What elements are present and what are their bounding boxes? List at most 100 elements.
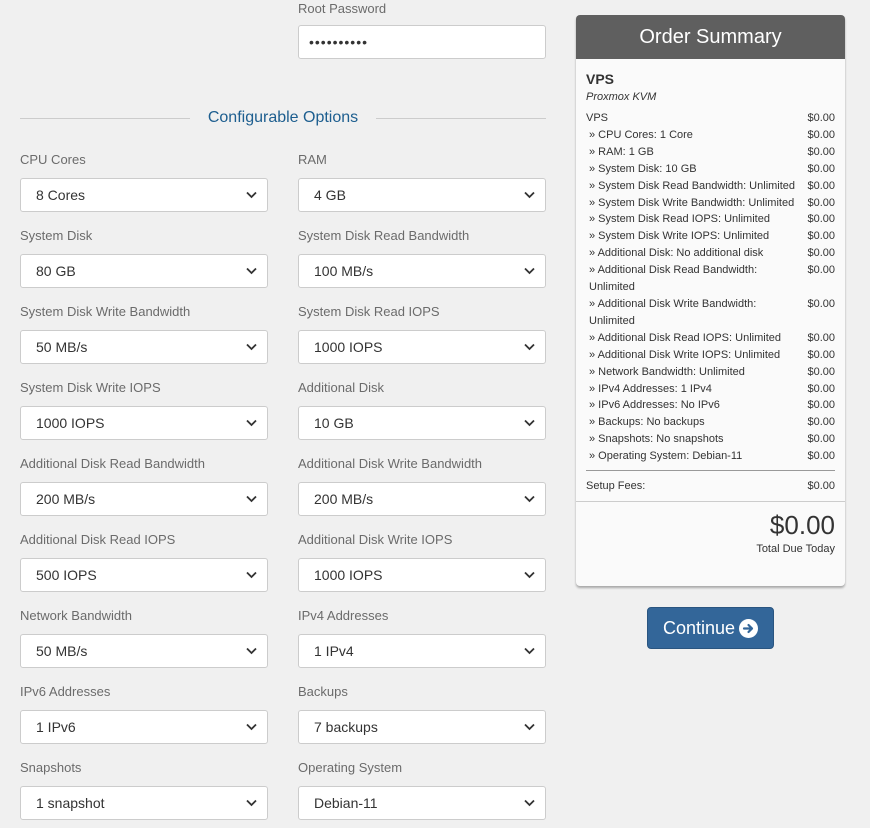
option-value: 1 snapshot: [36, 795, 105, 811]
total-due-amount: $0.00: [769, 509, 835, 540]
setup-fees-value: $0.00: [807, 480, 835, 493]
option-field: Additional Disk Read Bandwidth 200 MB/s: [20, 456, 268, 516]
summary-line-item: » Additional Disk Write Bandwidth: Unlim…: [586, 296, 835, 330]
option-label: Network Bandwidth: [20, 608, 132, 623]
option-select[interactable]: 1 IPv6: [20, 710, 268, 744]
option-label: System Disk Write Bandwidth: [20, 304, 191, 319]
chevron-down-icon: [523, 645, 535, 657]
line-item-price: $0.00: [807, 297, 835, 310]
summary-line-item: » System Disk: 10 GB $0.00: [586, 161, 835, 178]
option-select[interactable]: 1 IPv4: [298, 634, 546, 668]
setup-fees-label: Setup Fees:: [586, 480, 646, 493]
option-select[interactable]: 7 backups: [298, 710, 546, 744]
option-field: IPv4 Addresses 1 IPv4: [298, 608, 546, 668]
line-item-name: » Additional Disk Read IOPS: Unlimited: [589, 331, 781, 344]
option-select[interactable]: 1000 IOPS: [298, 558, 546, 592]
option-value: 7 backups: [314, 719, 378, 735]
option-value: 200 MB/s: [36, 491, 96, 507]
line-item-name: » Snapshots: No snapshots: [589, 433, 724, 446]
option-value: 50 MB/s: [36, 339, 88, 355]
line-item-price: $0.00: [807, 145, 835, 158]
option-field: Additional Disk Write Bandwidth 200 MB/s: [298, 456, 546, 516]
option-select[interactable]: 200 MB/s: [298, 482, 546, 516]
option-select[interactable]: 8 Cores: [20, 178, 268, 212]
chevron-down-icon: [523, 721, 535, 733]
option-select[interactable]: 4 GB: [298, 178, 546, 212]
setup-fees-row: Setup Fees: $0.00: [586, 478, 835, 495]
line-item-name: » System Disk Read Bandwidth: Unlimited: [589, 179, 796, 192]
line-item-name: » Backups: No backups: [589, 416, 705, 429]
line-item-price: $0.00: [807, 365, 835, 378]
summary-line-item: » System Disk Read IOPS: Unlimited $0.00: [586, 211, 835, 228]
line-item-price: $0.00: [807, 399, 835, 412]
option-field: IPv6 Addresses 1 IPv6: [20, 684, 268, 744]
option-field: System Disk Read IOPS 1000 IOPS: [298, 304, 546, 364]
root-password-input[interactable]: ••••••••••: [298, 25, 546, 59]
summary-line-item: » Additional Disk Read Bandwidth: Unlimi…: [586, 262, 835, 296]
option-select[interactable]: Debian-11: [298, 786, 546, 820]
option-field: RAM 4 GB: [298, 152, 546, 212]
line-item-name: » System Disk Write IOPS: Unlimited: [589, 230, 770, 243]
option-label: Additional Disk Read Bandwidth: [20, 456, 205, 471]
summary-line-item: » System Disk Write IOPS: Unlimited $0.00: [586, 228, 835, 245]
order-summary-panel: Order Summary VPS Proxmox KVM VPS $0.00» …: [576, 15, 845, 586]
line-item-price: $0.00: [807, 264, 835, 277]
line-item-price: $0.00: [807, 196, 835, 209]
option-value: 8 Cores: [36, 187, 86, 203]
option-label: CPU Cores: [20, 152, 86, 167]
chevron-down-icon: [245, 797, 257, 809]
option-select[interactable]: 1000 IOPS: [298, 330, 546, 364]
option-label: Additional Disk Write Bandwidth: [298, 456, 483, 471]
option-value: 50 MB/s: [36, 643, 88, 659]
option-field: Additional Disk Write IOPS 1000 IOPS: [298, 532, 546, 592]
option-select[interactable]: 200 MB/s: [20, 482, 268, 516]
option-value: 80 GB: [36, 263, 76, 279]
arrow-circle-right-icon: [739, 618, 759, 638]
line-item-name: » Additional Disk Write IOPS: Unlimited: [589, 348, 781, 361]
summary-line-item: » Additional Disk Write IOPS: Unlimited $…: [586, 347, 835, 364]
summary-divider: [586, 470, 835, 472]
option-select[interactable]: 50 MB/s: [20, 634, 268, 668]
summary-line-item: » RAM: 1 GB $0.00: [586, 144, 835, 161]
line-item-name: VPS: [586, 112, 609, 124]
chevron-down-icon: [245, 645, 257, 657]
continue-button[interactable]: Continue: [647, 607, 774, 649]
divider: [20, 117, 190, 119]
chevron-down-icon: [523, 569, 535, 581]
option-field: Backups 7 backups: [298, 684, 546, 744]
summary-line-item: » Snapshots: No snapshots $0.00: [586, 431, 835, 448]
chevron-down-icon: [245, 493, 257, 505]
option-select[interactable]: 100 MB/s: [298, 254, 546, 288]
option-field: Network Bandwidth 50 MB/s: [20, 608, 268, 668]
option-select[interactable]: 500 IOPS: [20, 558, 268, 592]
option-value: 200 MB/s: [314, 491, 374, 507]
line-item-name: » System Disk: 10 GB: [589, 162, 697, 175]
option-select[interactable]: 80 GB: [20, 254, 268, 288]
option-select[interactable]: 50 MB/s: [20, 330, 268, 364]
option-select[interactable]: 1000 IOPS: [20, 406, 268, 440]
option-field: Snapshots 1 snapshot: [20, 760, 268, 820]
line-item-price: $0.00: [807, 348, 835, 361]
chevron-down-icon: [523, 417, 535, 429]
option-label: System Disk Write IOPS: [20, 380, 161, 395]
summary-line-item: » Additional Disk Read IOPS: Unlimited $0…: [586, 330, 835, 347]
chevron-down-icon: [245, 265, 257, 277]
option-value: 1 IPv4: [314, 643, 354, 659]
line-item-name: » Additional Disk Read Bandwidth: Unlimi…: [589, 264, 758, 294]
chevron-down-icon: [245, 569, 257, 581]
option-select[interactable]: 10 GB: [298, 406, 546, 440]
option-select[interactable]: 1 snapshot: [20, 786, 268, 820]
configurable-options-heading: Configurable Options: [20, 108, 546, 128]
line-item-price: $0.00: [807, 162, 835, 175]
option-value: 1000 IOPS: [36, 415, 105, 431]
option-value: 100 MB/s: [314, 263, 374, 279]
summary-line-item: » Backups: No backups $0.00: [586, 414, 835, 431]
line-item-name: » System Disk Write Bandwidth: Unlimited: [589, 196, 795, 209]
chevron-down-icon: [245, 341, 257, 353]
root-password-label: Root Password: [298, 1, 387, 16]
summary-line-item: » System Disk Write Bandwidth: Unlimited…: [586, 195, 835, 212]
chevron-down-icon: [523, 493, 535, 505]
summary-line-item: » CPU Cores: 1 Core $0.00: [586, 127, 835, 144]
option-value: 500 IOPS: [36, 567, 97, 583]
order-summary-title: Order Summary: [576, 15, 845, 59]
